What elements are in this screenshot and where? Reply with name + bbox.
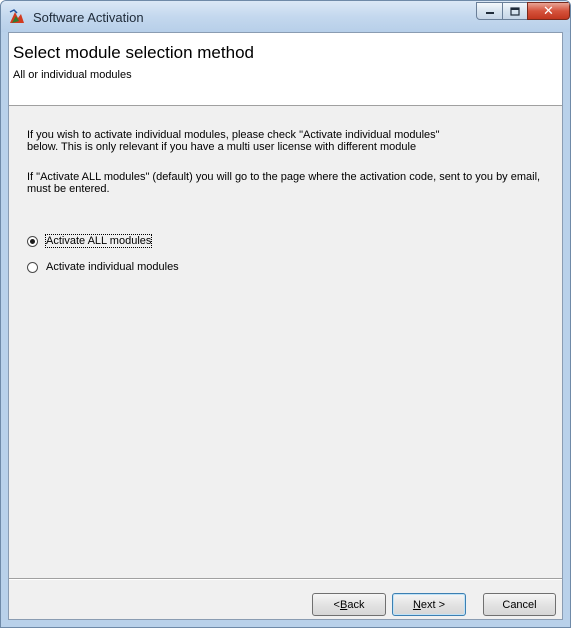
radio-button-selected[interactable]: [27, 235, 38, 247]
radio-label-activate-all[interactable]: Activate ALL modules: [44, 234, 153, 248]
back-button-mnemonic: B: [339, 598, 348, 611]
radio-activate-individual[interactable]: Activate individual modules: [27, 261, 179, 273]
next-button-mnemonic: N: [412, 598, 421, 611]
minimize-button[interactable]: [476, 2, 503, 20]
instructions-line: If you wish to activate individual modul…: [27, 129, 440, 141]
window-bottom-frame: [1, 620, 570, 627]
radio-selected-dot: [30, 238, 35, 244]
instructions-line: below. This is only relevant if you have…: [27, 141, 417, 153]
close-icon: ✕: [543, 3, 554, 19]
cancel-button[interactable]: Cancel: [483, 593, 556, 616]
title-bar[interactable]: Software Activation ✕: [1, 1, 570, 32]
wizard-client-area: Select module selection method All or in…: [8, 32, 563, 620]
cancel-button-label: Cancel: [502, 598, 537, 611]
wizard-header: Select module selection method All or in…: [9, 33, 562, 106]
page-title: Select module selection method: [13, 43, 254, 62]
instructions-paragraph-1: If you wish to activate individual modul…: [27, 129, 557, 153]
window-title: Software Activation: [33, 10, 144, 25]
next-button-rest: ext >: [420, 598, 446, 611]
maximize-icon: [510, 6, 520, 16]
instructions-paragraph-2: If "Activate ALL modules" (default) you …: [27, 171, 557, 195]
radio-button-unselected[interactable]: [27, 261, 38, 273]
instructions-line: must be entered.: [27, 183, 110, 195]
close-button[interactable]: ✕: [527, 2, 570, 20]
radio-activate-all[interactable]: Activate ALL modules: [27, 234, 153, 248]
app-icon: [9, 9, 24, 23]
maximize-button[interactable]: [502, 2, 528, 20]
instructions-line: If "Activate ALL modules" (default) you …: [27, 171, 541, 183]
next-button[interactable]: Next >: [392, 593, 466, 616]
page-subtitle: All or individual modules: [13, 69, 132, 81]
radio-label-activate-individual[interactable]: Activate individual modules: [46, 261, 179, 273]
back-button[interactable]: < Back: [312, 593, 386, 616]
minimize-icon: [485, 12, 494, 14]
software-activation-window: Software Activation ✕ Select module sele…: [0, 0, 571, 628]
back-button-rest: ack: [347, 598, 365, 611]
footer-separator: [9, 578, 562, 580]
